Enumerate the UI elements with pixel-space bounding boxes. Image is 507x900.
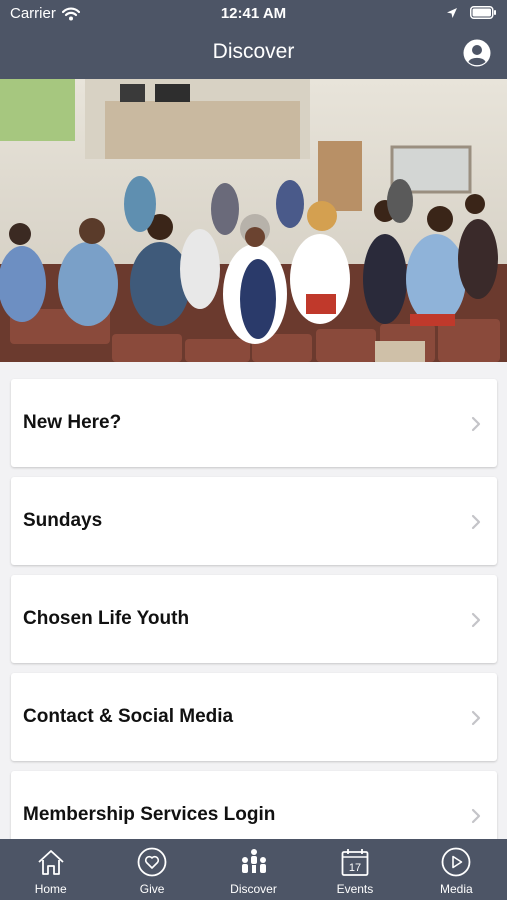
tab-discover[interactable]: Discover [203,839,304,900]
status-right-icons [446,6,497,19]
tab-label: Events [336,882,374,896]
menu-item-membership-services-login[interactable]: Membership Services Login [11,771,497,839]
battery-icon [470,6,496,19]
menu-item-label: Membership Services Login [23,804,276,825]
people-icon [241,849,266,873]
tab-bar: Home Give Discover 17 Events Media [0,839,507,900]
discover-menu-list: New Here? Sundays Chosen Life Youth Cont… [0,362,507,839]
page-title: Discover [212,40,295,63]
menu-item-label: Sundays [23,510,103,531]
menu-item-label: New Here? [23,412,122,433]
chevron-right-icon [471,416,481,432]
chevron-right-icon [471,514,481,530]
calendar-day: 17 [349,862,361,874]
tab-label: Give [139,882,165,896]
status-bar: Carrier 12:41 AM [0,0,507,28]
tab-label: Home [34,882,67,896]
navigation-bar: Discover [0,28,507,79]
menu-item-new-here[interactable]: New Here? [11,379,497,467]
chevron-right-icon [471,612,481,628]
calendar-icon: 17 [341,849,369,876]
congregation-photo [0,79,507,362]
menu-item-chosen-life-youth[interactable]: Chosen Life Youth [11,575,497,663]
heart-icon [137,847,167,877]
play-icon [441,847,471,877]
tab-give[interactable]: Give [101,839,202,900]
tab-media[interactable]: Media [406,839,507,900]
status-time: 12:41 AM [220,5,287,22]
menu-item-sundays[interactable]: Sundays [11,477,497,565]
menu-item-label: Chosen Life Youth [23,608,190,629]
tab-label: Discover [230,882,277,896]
tab-events[interactable]: 17 Events [304,839,405,900]
home-icon [38,850,64,875]
chevron-right-icon [471,808,481,824]
menu-item-label: Contact & Social Media [23,706,234,727]
tab-label: Media [439,882,473,896]
profile-icon[interactable] [463,39,491,67]
chevron-right-icon [471,710,481,726]
location-arrow-icon [447,7,457,18]
hero-image [0,79,507,362]
tab-home[interactable]: Home [0,839,101,900]
menu-item-contact-social-media[interactable]: Contact & Social Media [11,673,497,761]
